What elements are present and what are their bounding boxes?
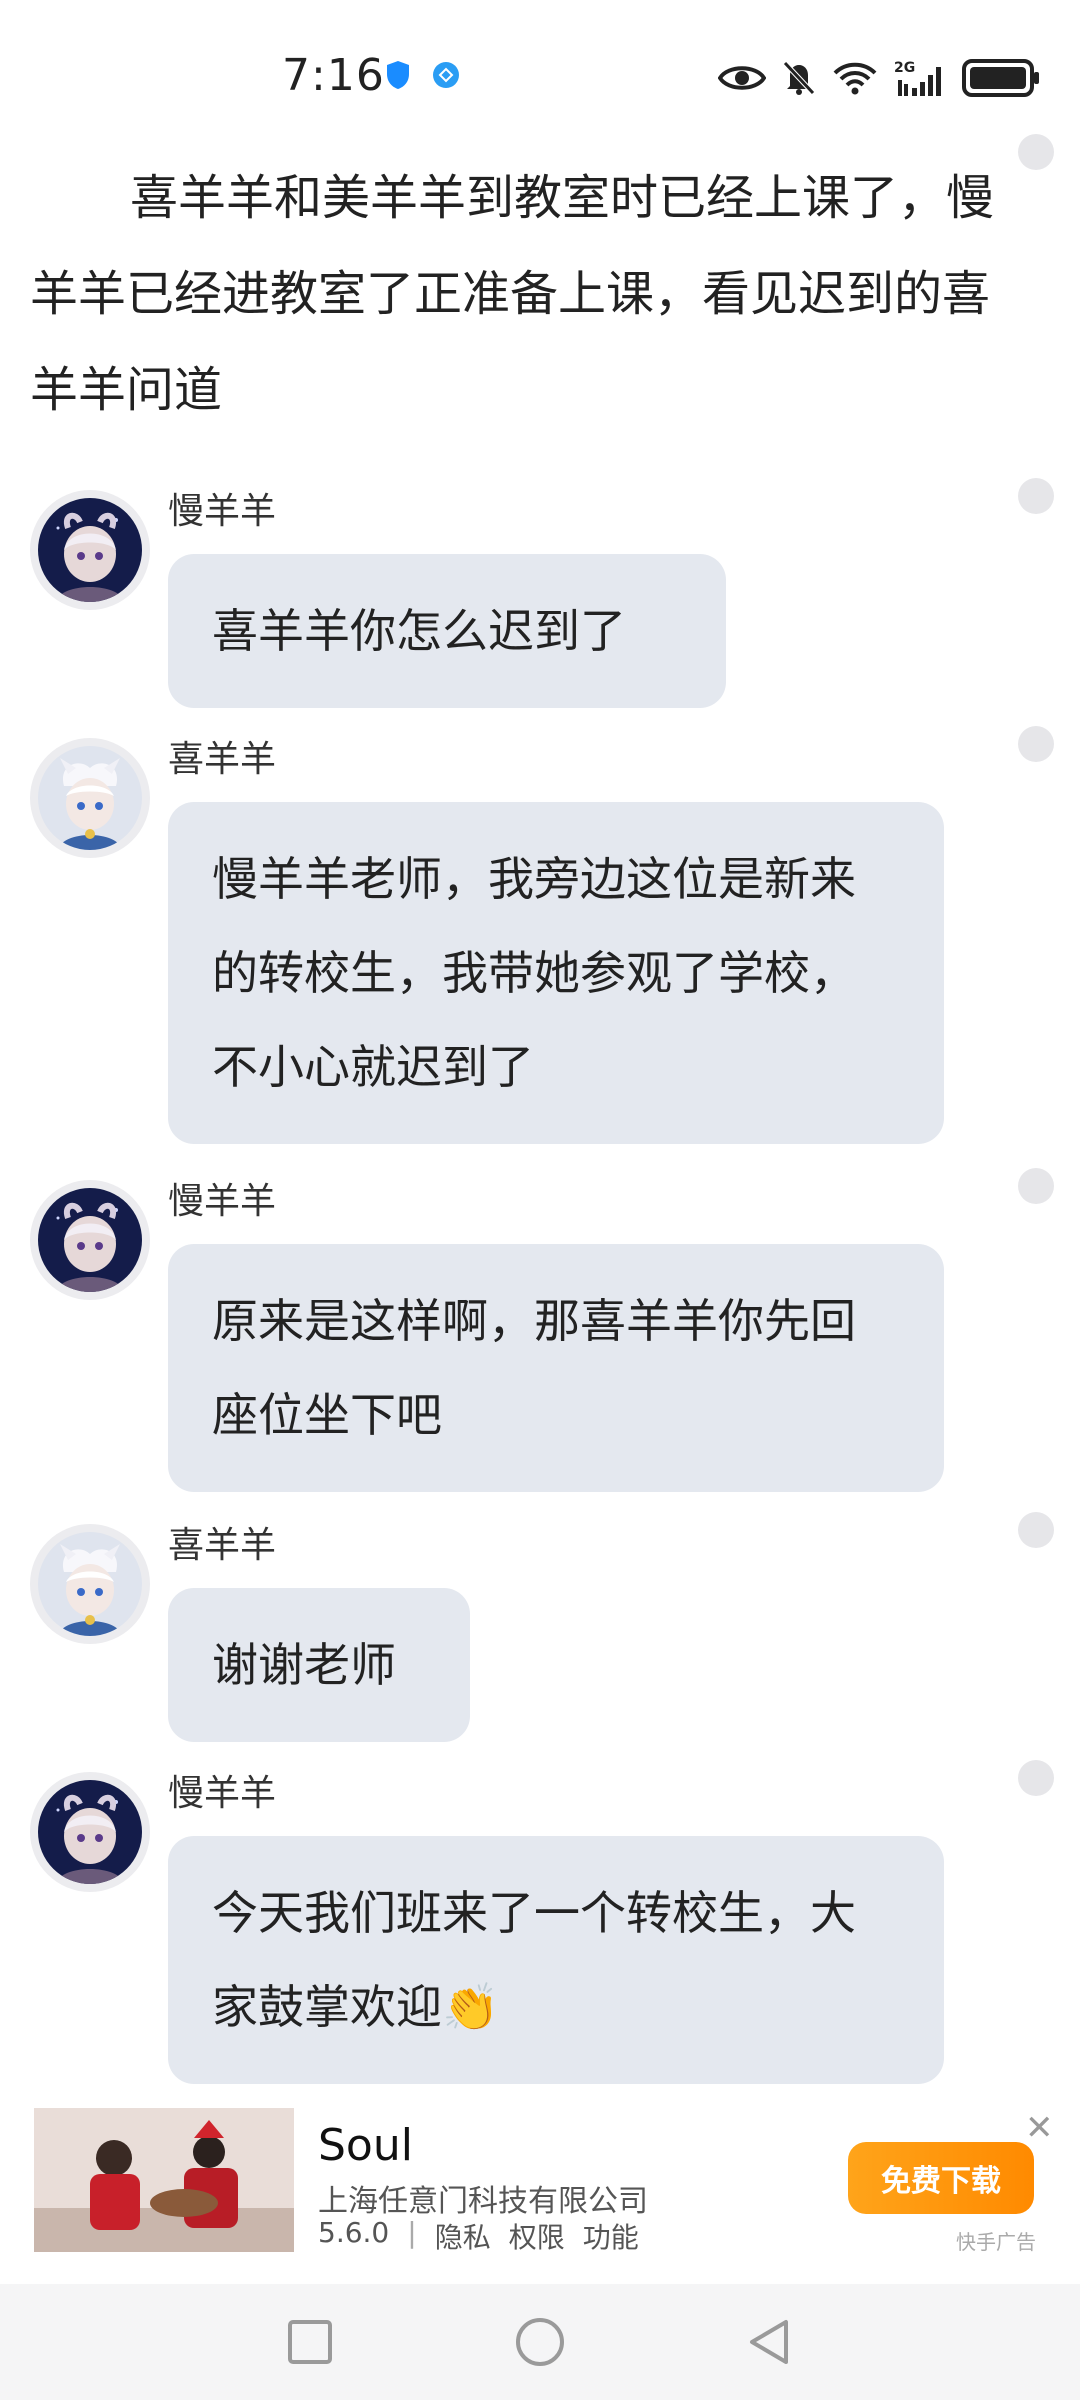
message-bubble[interactable]: 今天我们班来了一个转校生，大家鼓掌欢迎👏 <box>168 1836 944 2084</box>
sender-name: 喜羊羊 <box>168 1525 277 1566</box>
navigation-bar <box>0 2284 1080 2400</box>
status-right-icons: 2G <box>718 58 1040 98</box>
more-options-dot[interactable] <box>1018 134 1054 170</box>
avatar[interactable] <box>30 1772 150 1892</box>
sender-name: 喜羊羊 <box>168 739 277 780</box>
ad-banner[interactable]: Soul 上海任意门科技有限公司 5.6.0 | 隐私 权限 功能 免费下载 ✕… <box>0 2090 1080 2290</box>
ad-download-button[interactable]: 免费下载 <box>848 2142 1034 2214</box>
ad-features-link[interactable]: 功能 <box>583 2216 639 2256</box>
message-bubble[interactable]: 慢羊羊老师，我旁边这位是新来的转校生，我带她参观了学校，不小心就迟到了 <box>168 802 944 1144</box>
ad-thumbnail[interactable] <box>34 2108 294 2252</box>
ad-app-name[interactable]: Soul <box>318 2120 413 2171</box>
ad-privacy-link[interactable]: 隐私 <box>435 2216 491 2256</box>
ad-meta: 5.6.0 | 隐私 权限 功能 <box>318 2216 639 2256</box>
ad-version: 5.6.0 <box>318 2216 390 2249</box>
home-icon[interactable] <box>512 2314 568 2370</box>
story-narration: 喜羊羊和美羊羊到教室时已经上课了，慢羊羊已经进教室了正准备上课，看见迟到的喜羊羊… <box>30 170 995 418</box>
more-options-dot[interactable] <box>1018 1168 1054 1204</box>
more-options-dot[interactable] <box>1018 1760 1054 1796</box>
ad-close-icon[interactable]: ✕ <box>1025 2108 1054 2148</box>
sender-name: 慢羊羊 <box>168 491 277 532</box>
message-bubble[interactable]: 原来是这样啊，那喜羊羊你先回座位坐下吧 <box>168 1244 944 1492</box>
back-icon[interactable] <box>742 2314 798 2370</box>
sender-name: 慢羊羊 <box>168 1773 277 1814</box>
status-time: 7:16 <box>282 50 385 101</box>
avatar-man-yang-yang <box>38 1188 142 1292</box>
avatar[interactable] <box>30 1180 150 1300</box>
ad-divider: | <box>407 2216 417 2249</box>
sender-name: 慢羊羊 <box>168 1181 277 1222</box>
message-bubble[interactable]: 喜羊羊你怎么迟到了 <box>168 554 726 708</box>
cellular-2g-icon: 2G <box>894 60 941 96</box>
wifi-icon <box>833 62 877 95</box>
more-options-dot[interactable] <box>1018 726 1054 762</box>
ad-image <box>34 2108 294 2252</box>
status-left-icons <box>385 60 461 90</box>
app-notification-icon <box>433 62 459 88</box>
avatar-man-yang-yang <box>38 1780 142 1884</box>
recent-apps-icon[interactable] <box>282 2314 338 2370</box>
avatar-xi-yang-yang <box>38 1532 142 1636</box>
message-bubble[interactable]: 谢谢老师 <box>168 1588 470 1742</box>
more-options-dot[interactable] <box>1018 478 1054 514</box>
avatar[interactable] <box>30 738 150 858</box>
svg-text:2G: 2G <box>894 60 915 76</box>
avatar-xi-yang-yang <box>38 746 142 850</box>
more-options-dot[interactable] <box>1018 1512 1054 1548</box>
shield-icon <box>387 61 409 89</box>
eye-icon <box>718 66 766 90</box>
battery-icon <box>962 59 1039 97</box>
mute-bell-icon <box>783 61 815 95</box>
ad-permissions-link[interactable]: 权限 <box>509 2216 565 2256</box>
ad-company: 上海任意门科技有限公司 <box>318 2184 648 2219</box>
avatar[interactable] <box>30 490 150 610</box>
status-bar: 7:16 2G <box>0 0 1080 130</box>
avatar[interactable] <box>30 1524 150 1644</box>
ad-source-label: 快手广告 <box>956 2230 1036 2254</box>
avatar-man-yang-yang <box>38 498 142 602</box>
